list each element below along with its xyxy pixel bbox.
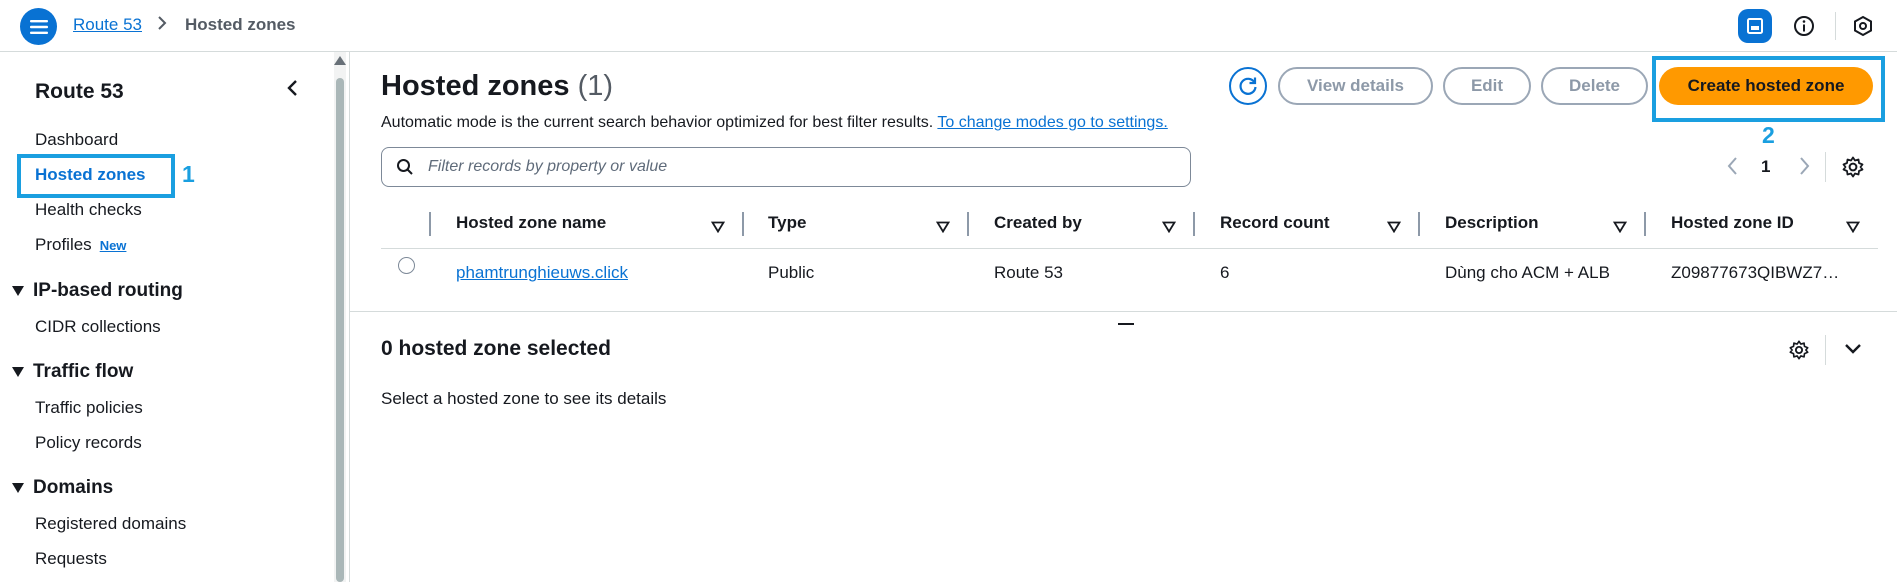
sort-caret-icon[interactable] (1161, 218, 1177, 238)
sort-caret-icon[interactable] (710, 218, 726, 238)
column-divider (1193, 212, 1195, 236)
info-icon[interactable] (1787, 9, 1821, 43)
details-panel-title: 0 hosted zone selected (381, 337, 611, 360)
cell-hosted-zone-id: Z09877673QIBWZ7… (1671, 263, 1840, 282)
previous-page-icon[interactable] (1726, 155, 1740, 182)
edit-button[interactable]: Edit (1443, 67, 1531, 105)
breadcrumb-current: Hosted zones (185, 15, 296, 34)
page-title: Hosted zones (1) (381, 70, 613, 103)
top-navigation-bar: Route 53 Hosted zones (0, 0, 1897, 52)
search-mode-info: Automatic mode is the current search beh… (381, 114, 1168, 132)
details-settings-gear-icon[interactable] (1788, 339, 1810, 366)
split-panel-divider (350, 311, 1897, 312)
sidebar-item-cidr-collections[interactable]: CIDR collections (35, 317, 161, 337)
sidebar-item-traffic-policies[interactable]: Traffic policies (35, 398, 143, 418)
change-modes-link[interactable]: To change modes go to settings. (937, 114, 1167, 131)
details-panel-text: Select a hosted zone to see its details (381, 389, 667, 408)
sidebar-title: Route 53 (35, 80, 124, 103)
topbar-divider (1835, 12, 1836, 40)
table-header-divider (381, 248, 1878, 249)
column-header-record-count[interactable]: Record count (1220, 213, 1330, 233)
search-input-container[interactable] (381, 147, 1191, 187)
sidebar-item-health-checks[interactable]: Health checks (35, 200, 142, 220)
settings-hex-icon[interactable] (1846, 9, 1880, 43)
sort-caret-icon[interactable] (935, 218, 951, 238)
collapse-chevron-icon[interactable] (284, 78, 302, 103)
column-header-description[interactable]: Description (1445, 213, 1539, 233)
section-title: Domains (33, 477, 114, 498)
side-navigation: Route 53 Dashboard Hosted zones Health c… (0, 52, 336, 582)
new-badge: New (99, 238, 127, 253)
column-divider (742, 212, 744, 236)
refresh-icon (1239, 77, 1257, 95)
sort-caret-icon[interactable] (1845, 218, 1861, 238)
cell-record-count: 6 (1220, 263, 1230, 282)
details-divider (1825, 335, 1826, 365)
pager-divider (1825, 152, 1826, 182)
search-icon (397, 159, 413, 175)
search-mode-text: Automatic mode is the current search beh… (381, 114, 934, 131)
sidebar-divider (349, 52, 350, 582)
section-ip-based-routing[interactable]: IP-based routing (12, 280, 183, 302)
column-header-hosted-zone-name[interactable]: Hosted zone name (456, 213, 606, 233)
page-title-count: (1) (577, 70, 614, 102)
annotation-box-2 (1652, 56, 1885, 122)
annotation-number-2: 2 (1762, 122, 1775, 148)
sidebar-item-registered-domains[interactable]: Registered domains (35, 514, 186, 534)
refresh-button[interactable] (1229, 67, 1267, 105)
annotation-box-1 (17, 154, 175, 198)
column-header-hosted-zone-id[interactable]: Hosted zone ID (1671, 213, 1794, 233)
breadcrumb-route53-link[interactable]: Route 53 (73, 15, 142, 35)
sidebar-item-dashboard[interactable]: Dashboard (35, 130, 118, 150)
row-select-radio[interactable] (398, 257, 415, 274)
page-number[interactable]: 1 (1761, 157, 1770, 177)
section-domains[interactable]: Domains (12, 477, 113, 499)
scrollbar-thumb[interactable] (336, 78, 344, 582)
page-title-text: Hosted zones (381, 70, 570, 102)
cell-created-by: Route 53 (994, 263, 1063, 282)
caret-down-icon (12, 367, 24, 377)
search-input[interactable] (426, 157, 1130, 177)
next-page-icon[interactable] (1797, 155, 1811, 182)
column-divider (1644, 212, 1646, 236)
caret-down-icon (12, 286, 24, 296)
column-header-type[interactable]: Type (768, 213, 806, 233)
scroll-up-arrow-icon[interactable] (334, 56, 346, 65)
hosted-zone-name-link[interactable]: phamtrunghieuws.click (456, 263, 628, 283)
sidebar-item-profiles[interactable]: Profiles New (35, 235, 126, 255)
table-settings-gear-icon[interactable] (1841, 155, 1865, 184)
column-divider (429, 212, 431, 236)
sidebar-item-policy-records[interactable]: Policy records (35, 433, 142, 453)
column-divider (967, 212, 969, 236)
section-title: IP-based routing (33, 280, 183, 301)
column-divider (1418, 212, 1420, 236)
sort-caret-icon[interactable] (1386, 218, 1402, 238)
chevron-down-icon[interactable] (1843, 341, 1863, 362)
sort-caret-icon[interactable] (1612, 218, 1628, 238)
cell-description: Dùng cho ACM + ALB (1445, 263, 1610, 282)
view-details-button[interactable]: View details (1278, 67, 1433, 105)
delete-button[interactable]: Delete (1541, 67, 1648, 105)
panel-icon[interactable] (1738, 9, 1772, 43)
annotation-number-1: 1 (182, 161, 195, 187)
resize-handle[interactable] (1118, 323, 1134, 325)
section-traffic-flow[interactable]: Traffic flow (12, 361, 133, 383)
cell-type: Public (768, 263, 815, 282)
breadcrumb-chevron-icon (156, 15, 168, 36)
column-header-created-by[interactable]: Created by (994, 213, 1082, 233)
sidebar-item-requests[interactable]: Requests (35, 549, 107, 569)
caret-down-icon (12, 483, 24, 493)
sidebar-item-label: Profiles (35, 235, 92, 254)
menu-icon[interactable] (20, 8, 57, 45)
section-title: Traffic flow (33, 361, 134, 382)
